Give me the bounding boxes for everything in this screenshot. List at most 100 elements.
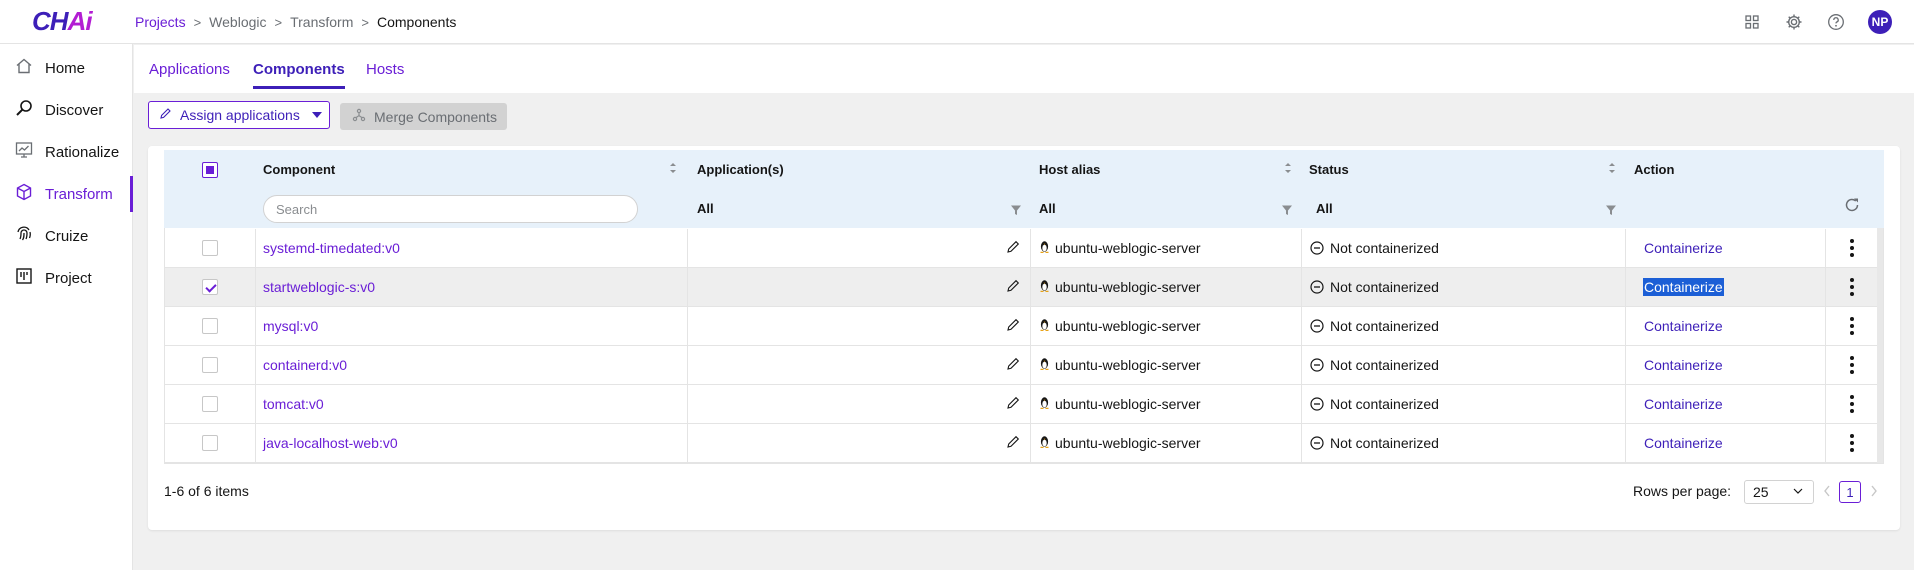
row-checkbox[interactable] [202,357,218,373]
merge-components-button[interactable]: Merge Components [340,103,507,130]
containerize-link[interactable]: Containerize [1644,435,1723,451]
breadcrumb-transform[interactable]: Transform [290,14,353,30]
not-containerized-icon [1310,436,1324,450]
pencil-icon[interactable] [1006,318,1020,332]
containerize-link[interactable]: Containerize [1643,278,1724,296]
assign-applications-button[interactable]: Assign applications [148,101,330,129]
linux-penguin-icon [1039,240,1050,256]
breadcrumb: Projects > Weblogic > Transform > Compon… [135,14,456,30]
component-link[interactable]: startweblogic-s:v0 [263,279,375,295]
sort-icon[interactable] [668,160,678,176]
table-row: containerd:v0 ubuntu-weblogic-server Not… [164,346,1884,385]
column-header-status[interactable]: Status [1309,162,1349,177]
containerize-link[interactable]: Containerize [1644,318,1723,334]
pencil-icon[interactable] [1006,279,1020,293]
component-link[interactable]: tomcat:v0 [263,396,324,412]
filter-icon[interactable] [1281,204,1293,216]
sidebar-item-discover[interactable]: Discover [0,90,133,130]
filter-icon[interactable] [1605,204,1617,216]
chai-logo[interactable]: CHAi [32,6,93,37]
apps-grid-icon[interactable] [1742,12,1762,32]
cube-icon [14,182,34,206]
not-containerized-icon [1310,397,1324,411]
table-row: mysql:v0 ubuntu-weblogic-server Not cont… [164,307,1884,346]
fingerprint-icon [14,224,34,248]
tab-bar: Applications Components Hosts [134,45,1914,93]
row-checkbox[interactable] [202,396,218,412]
chevron-right-icon[interactable] [1869,484,1879,498]
page-button-current[interactable]: 1 [1839,481,1861,503]
sidebar-item-project[interactable]: Project [0,258,133,298]
kebab-menu-icon[interactable] [1850,239,1854,257]
host-alias: ubuntu-weblogic-server [1055,357,1201,373]
chevron-right-icon: > [274,14,283,30]
sidebar-item-home[interactable]: Home [0,48,133,88]
applications-filter[interactable]: All [697,201,714,216]
refresh-icon[interactable] [1843,196,1861,214]
host-alias-filter[interactable]: All [1039,201,1056,216]
not-containerized-icon [1310,319,1324,333]
sort-icon[interactable] [1283,160,1293,176]
sort-icon[interactable] [1607,160,1617,176]
kebab-menu-icon[interactable] [1850,356,1854,374]
kebab-menu-icon[interactable] [1850,434,1854,452]
sidebar-item-rationalize[interactable]: Rationalize [0,132,133,172]
column-header-action: Action [1634,162,1675,177]
pencil-icon[interactable] [1006,435,1020,449]
kanban-icon [14,266,34,290]
linux-penguin-icon [1039,435,1050,451]
help-icon[interactable] [1826,12,1846,32]
pencil-icon[interactable] [1006,357,1020,371]
kebab-menu-icon[interactable] [1850,317,1854,335]
table-scrollbar[interactable] [1877,228,1883,463]
home-icon [14,56,34,80]
gear-icon[interactable] [1784,12,1804,32]
sidebar: Home Discover Rationalize Transform Crui… [0,44,133,570]
breadcrumb-weblogic[interactable]: Weblogic [209,14,266,30]
row-checkbox[interactable] [202,435,218,451]
tab-applications[interactable]: Applications [149,61,230,78]
status-text: Not containerized [1330,396,1439,412]
column-header-host-alias[interactable]: Host alias [1039,162,1100,177]
user-avatar[interactable]: NP [1868,10,1892,34]
tab-components[interactable]: Components [253,61,345,89]
pencil-icon [159,107,172,123]
linux-penguin-icon [1039,318,1050,334]
chevron-right-icon: > [361,14,369,30]
rows-per-page-select[interactable]: 25 [1744,480,1814,504]
magnify-icon [14,98,34,122]
component-link[interactable]: containerd:v0 [263,357,347,373]
component-link[interactable]: java-localhost-web:v0 [263,435,398,451]
containerize-link[interactable]: Containerize [1644,357,1723,373]
chevron-down-icon [1793,488,1803,494]
component-link[interactable]: systemd-timedated:v0 [263,240,400,256]
chart-board-icon [14,140,34,164]
tab-hosts[interactable]: Hosts [366,61,404,78]
kebab-menu-icon[interactable] [1850,395,1854,413]
containerize-link[interactable]: Containerize [1644,396,1723,412]
not-containerized-icon [1310,280,1324,294]
breadcrumb-projects[interactable]: Projects [135,14,186,30]
caret-down-icon [311,112,322,118]
row-checkbox[interactable] [202,318,218,334]
host-alias: ubuntu-weblogic-server [1055,318,1201,334]
status-text: Not containerized [1330,279,1439,295]
row-checkbox[interactable] [202,279,218,295]
host-alias: ubuntu-weblogic-server [1055,435,1201,451]
row-checkbox[interactable] [202,240,218,256]
not-containerized-icon [1310,358,1324,372]
pencil-icon[interactable] [1006,396,1020,410]
chevron-left-icon[interactable] [1822,484,1832,498]
containerize-link[interactable]: Containerize [1644,240,1723,256]
sidebar-item-transform[interactable]: Transform [0,174,133,214]
kebab-menu-icon[interactable] [1850,278,1854,296]
select-all-checkbox[interactable] [202,162,218,178]
pencil-icon[interactable] [1006,240,1020,254]
filter-icon[interactable] [1010,204,1022,216]
component-link[interactable]: mysql:v0 [263,318,318,334]
component-search-input[interactable]: Search [263,195,638,223]
column-header-component[interactable]: Component [263,162,335,177]
status-filter[interactable]: All [1316,201,1333,216]
sidebar-item-cruize[interactable]: Cruize [0,216,133,256]
status-text: Not containerized [1330,435,1439,451]
